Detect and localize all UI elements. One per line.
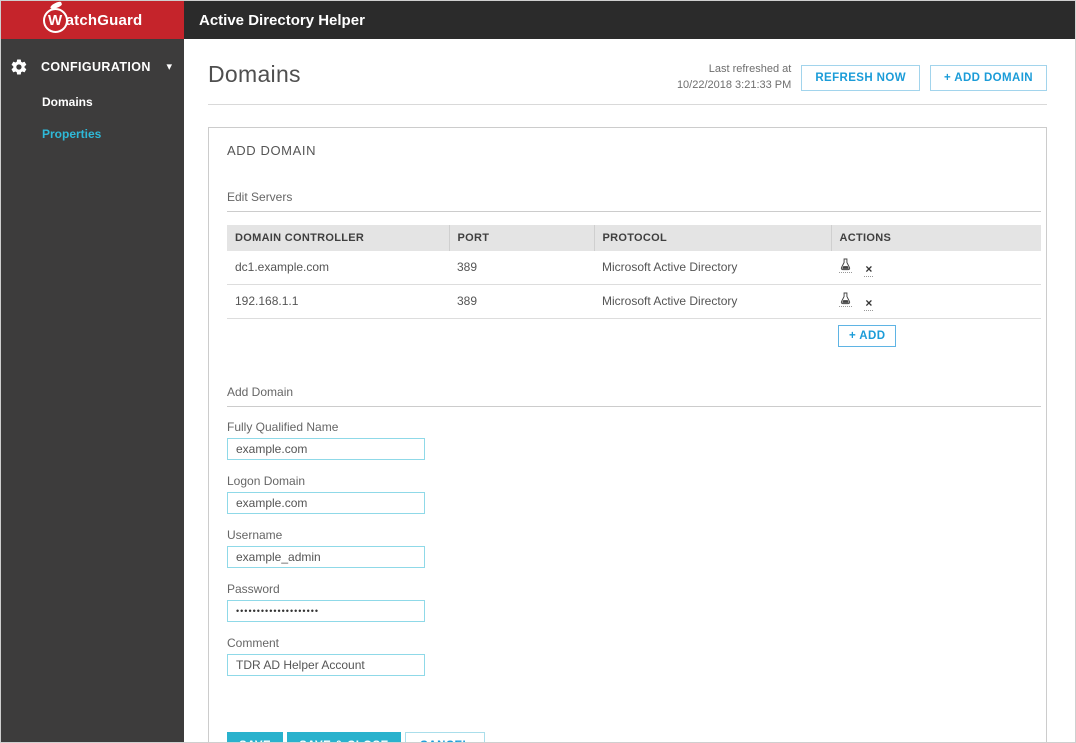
flask-icon <box>840 292 851 305</box>
username-label: Username <box>227 527 283 542</box>
top-bar: W atchGuard Active Directory Helper <box>1 1 1075 39</box>
cell-protocol: Microsoft Active Directory <box>594 284 831 319</box>
column-header-actions: ACTIONS <box>830 224 1041 251</box>
servers-table: DOMAIN CONTROLLER PORT PROTOCOL ACTIONS … <box>227 224 1041 319</box>
cell-actions: × <box>831 250 1041 285</box>
gear-icon <box>10 58 28 76</box>
last-refreshed-value: 10/22/2018 3:21:33 PM <box>676 78 792 91</box>
main-content: Domains Last refreshed at 10/22/2018 3:2… <box>184 39 1075 742</box>
test-connection-button[interactable] <box>839 258 852 273</box>
cell-domain-controller: dc1.example.com <box>227 250 449 285</box>
cell-domain-controller: 192.168.1.1 <box>227 284 449 319</box>
logo-comet-icon <box>49 1 63 10</box>
test-connection-button[interactable] <box>839 292 852 307</box>
cell-port: 389 <box>449 284 594 319</box>
sidebar-item-properties[interactable]: Properties <box>1 118 184 150</box>
delete-server-button[interactable]: × <box>864 261 874 277</box>
close-icon: × <box>865 261 873 276</box>
comment-field[interactable] <box>227 653 425 676</box>
title-divider <box>208 103 1047 105</box>
sidebar-section-configuration[interactable]: CONFIGURATION ▾ <box>1 48 184 86</box>
logo-text: atchGuard <box>65 11 143 29</box>
last-refreshed-text: Last refreshed at 10/22/2018 3:21:33 PM <box>677 62 791 94</box>
sidebar: CONFIGURATION ▾ Domains Properties <box>1 39 184 742</box>
flask-icon <box>840 258 851 271</box>
column-header-protocol: PROTOCOL <box>593 224 831 251</box>
comment-label: Comment <box>227 635 280 650</box>
edit-servers-section-label: Edit Servers <box>227 190 1041 212</box>
save-and-close-button[interactable]: SAVE & CLOSE <box>287 731 401 742</box>
delete-server-button[interactable]: × <box>864 295 874 311</box>
watchguard-logo: W atchGuard <box>42 1 143 33</box>
cell-actions: × <box>831 284 1041 319</box>
chevron-down-icon: ▾ <box>166 60 172 73</box>
sidebar-item-domains[interactable]: Domains <box>1 86 184 118</box>
add-domain-card: ADD DOMAIN Edit Servers DOMAIN CONTROLLE… <box>208 126 1047 742</box>
username-field[interactable] <box>227 545 425 568</box>
save-button[interactable]: SAVE <box>227 731 284 742</box>
fully-qualified-name-label: Fully Qualified Name <box>227 419 339 434</box>
password-label: Password <box>227 581 280 596</box>
cell-port: 389 <box>449 250 594 285</box>
column-header-port: PORT <box>448 224 594 251</box>
brand-logo-block: W atchGuard <box>1 1 184 39</box>
fully-qualified-name-field[interactable] <box>227 437 425 460</box>
app-title: Active Directory Helper <box>199 11 365 29</box>
password-field[interactable] <box>227 599 425 622</box>
add-domain-section-label: Add Domain <box>227 385 1041 407</box>
sidebar-section-label: CONFIGURATION <box>41 60 151 74</box>
table-row: 192.168.1.1 389 Microsoft Active Directo… <box>227 284 1041 319</box>
close-icon: × <box>865 295 873 310</box>
add-server-button[interactable]: + ADD <box>838 324 897 347</box>
logo-w: W <box>47 11 63 29</box>
add-domain-button[interactable]: + ADD DOMAIN <box>929 64 1047 91</box>
logo-w-circle: W <box>42 1 68 33</box>
card-title: ADD DOMAIN <box>227 142 317 158</box>
logon-domain-field[interactable] <box>227 491 425 514</box>
last-refreshed-label: Last refreshed at <box>708 63 792 75</box>
table-header-row: DOMAIN CONTROLLER PORT PROTOCOL ACTIONS <box>227 224 1041 251</box>
cell-protocol: Microsoft Active Directory <box>594 250 831 285</box>
table-row: dc1.example.com 389 Microsoft Active Dir… <box>227 250 1041 285</box>
page-title: Domains <box>208 61 301 87</box>
column-header-domain-controller: DOMAIN CONTROLLER <box>227 224 449 251</box>
app-window: W atchGuard Active Directory Helper CONF… <box>0 0 1076 743</box>
logon-domain-label: Logon Domain <box>227 473 306 488</box>
cancel-button[interactable]: CANCEL <box>404 731 485 742</box>
refresh-now-button[interactable]: REFRESH NOW <box>801 64 920 91</box>
